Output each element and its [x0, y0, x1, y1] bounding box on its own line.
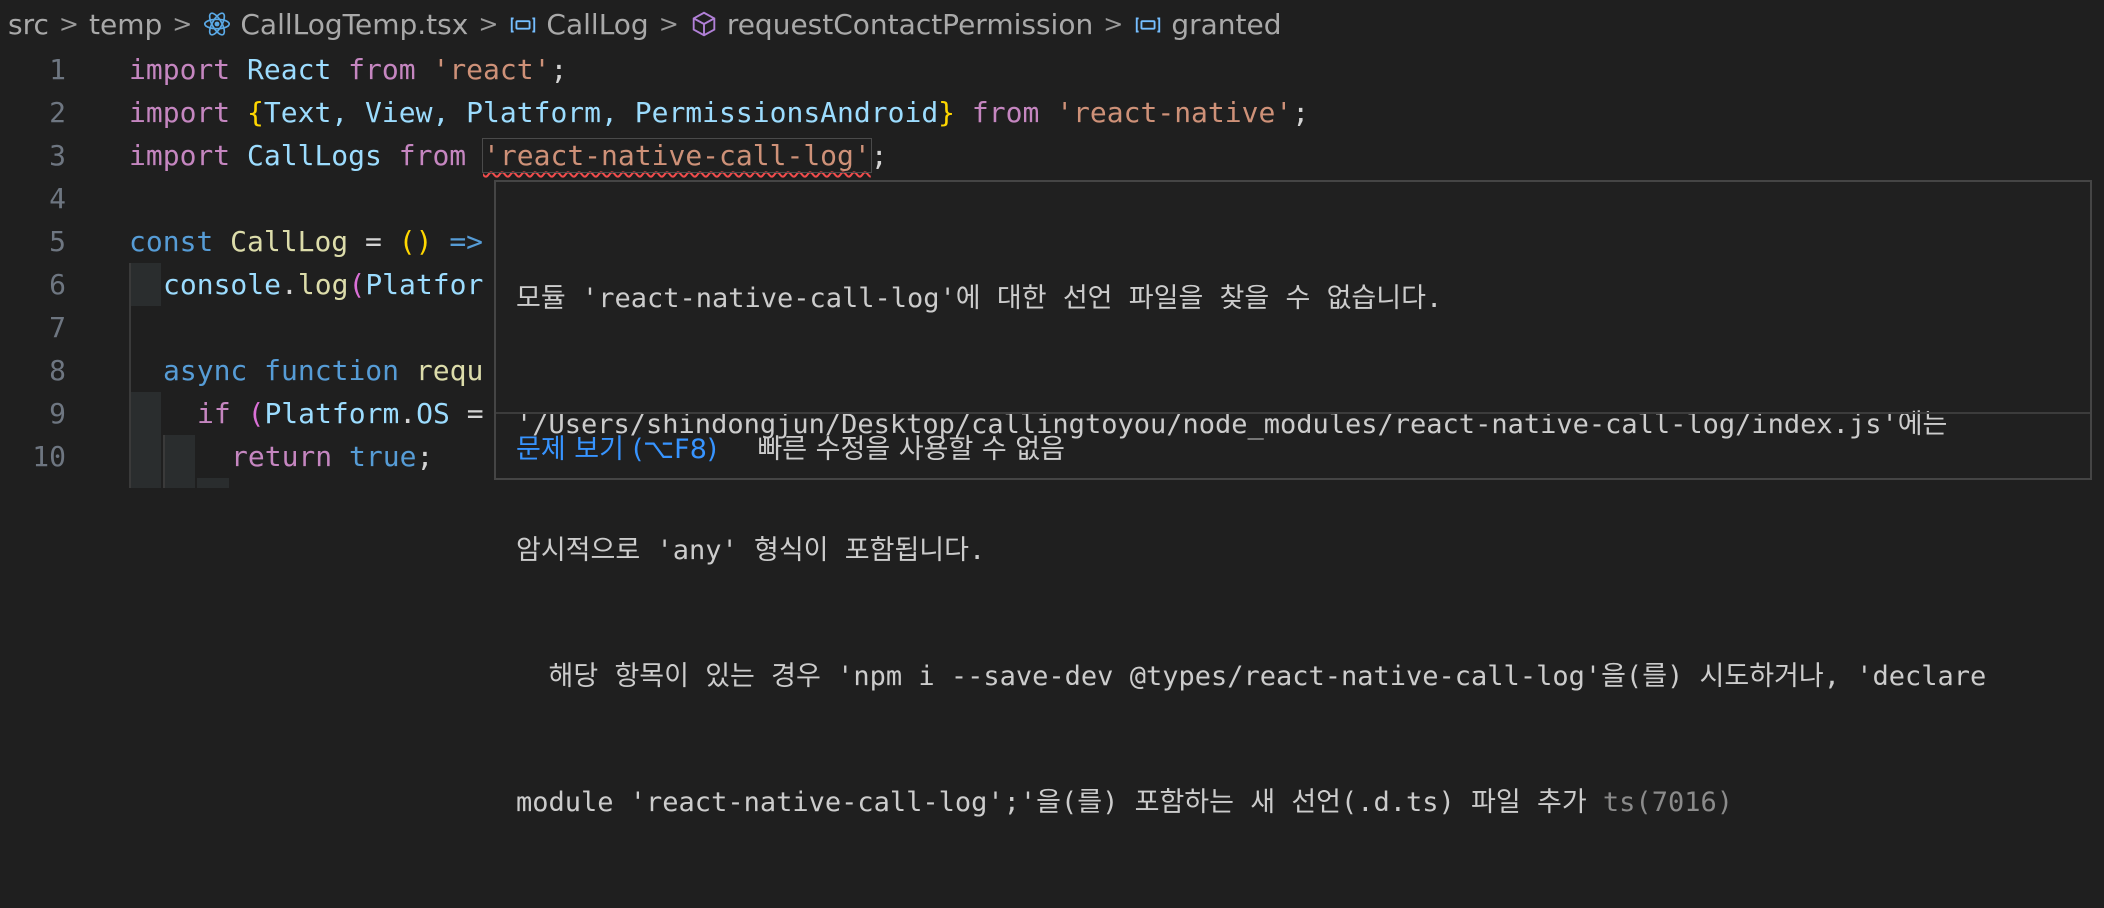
variable-icon — [511, 17, 536, 33]
hover-actions: 문제 보기 (⌥F8) 빠른 수정을 사용할 수 없음 — [496, 412, 2090, 478]
line-number: 7 — [49, 311, 66, 344]
breadcrumb-label: temp — [89, 7, 163, 41]
code-text: import {Text, View, Platform, Permission… — [129, 96, 1310, 129]
line-number: 5 — [49, 225, 66, 258]
breadcrumb-src[interactable]: src — [8, 8, 49, 41]
line-number: 9 — [49, 397, 66, 430]
breadcrumb: src > temp > CallLogTemp.tsx > CallLog >… — [0, 0, 2104, 48]
breadcrumb-file[interactable]: CallLogTemp.tsx — [202, 8, 468, 41]
breadcrumb-temp[interactable]: temp — [89, 8, 162, 41]
hover-message: 모듈 'react-native-call-log'에 대한 선언 파일을 찾을… — [516, 194, 2070, 908]
error-hover-popup: 모듈 'react-native-call-log'에 대한 선언 파일을 찾을… — [494, 180, 2092, 818]
method-cube-icon — [692, 11, 716, 37]
chevron-right-icon: > — [478, 10, 499, 38]
breadcrumb-label: src — [8, 7, 49, 41]
error-code: ts(7016) — [1602, 787, 1733, 818]
hover-text: module 'react-native-call-log';'을(를) 포함하… — [516, 787, 1603, 818]
variable-icon — [1136, 17, 1161, 33]
breadcrumb-label: CallLog — [546, 7, 649, 41]
code-text: console.log(Platfor — [163, 268, 484, 301]
breadcrumb-symbol-calllog[interactable]: CallLog — [508, 7, 649, 41]
react-icon — [204, 12, 231, 36]
code-line-3: 3 import CallLogs from 'react-native-cal… — [0, 134, 2104, 177]
hover-line: module 'react-native-call-log';'을(를) 포함하… — [516, 782, 2070, 824]
no-quick-fix-text: 빠른 수정을 사용할 수 없음 — [757, 433, 1065, 465]
error-module-string[interactable]: 'react-native-call-log' — [482, 138, 872, 173]
code-text: import React from 'react'; — [129, 53, 568, 86]
hover-line: 모듈 'react-native-call-log'에 대한 선언 파일을 찾을… — [516, 283, 1443, 314]
line-number: 10 — [32, 440, 66, 473]
code-text: import CallLogs from 'react-native-call-… — [129, 138, 888, 173]
line-number: 6 — [49, 268, 66, 301]
chevron-right-icon: > — [58, 10, 79, 38]
code-text: const CallLog = () => — [129, 225, 484, 258]
chevron-right-icon: > — [658, 10, 679, 38]
line-number: 3 — [49, 139, 66, 172]
hover-line: 해당 항목이 있는 경우 'npm i --save-dev @types/re… — [516, 661, 1987, 692]
line-number: 2 — [49, 96, 66, 129]
code-line-1: 1 import React from 'react'; — [0, 48, 2104, 91]
line-number: 8 — [49, 354, 66, 387]
breadcrumb-symbol-granted[interactable]: granted — [1133, 7, 1282, 41]
indent-highlight — [197, 478, 229, 488]
breadcrumb-label: requestContactPermission — [726, 7, 1094, 41]
code-line-2: 2 import {Text, View, Platform, Permissi… — [0, 91, 2104, 134]
breadcrumb-label: CallLogTemp.tsx — [240, 7, 469, 41]
line-number: 4 — [49, 182, 66, 215]
hover-line: 암시적으로 'any' 형식이 포함됩니다. — [516, 535, 986, 566]
code-text: return true; — [231, 440, 434, 473]
chevron-right-icon: > — [172, 10, 193, 38]
code-text: async function requ — [163, 354, 484, 387]
view-problem-link[interactable]: 문제 보기 (⌥F8) — [516, 427, 717, 466]
code-text: if (Platform.OS = — [197, 397, 484, 430]
breadcrumb-symbol-request[interactable]: requestContactPermission — [689, 8, 1093, 41]
line-number: 1 — [49, 53, 66, 86]
chevron-right-icon: > — [1103, 10, 1124, 38]
breadcrumb-label: granted — [1171, 7, 1282, 41]
